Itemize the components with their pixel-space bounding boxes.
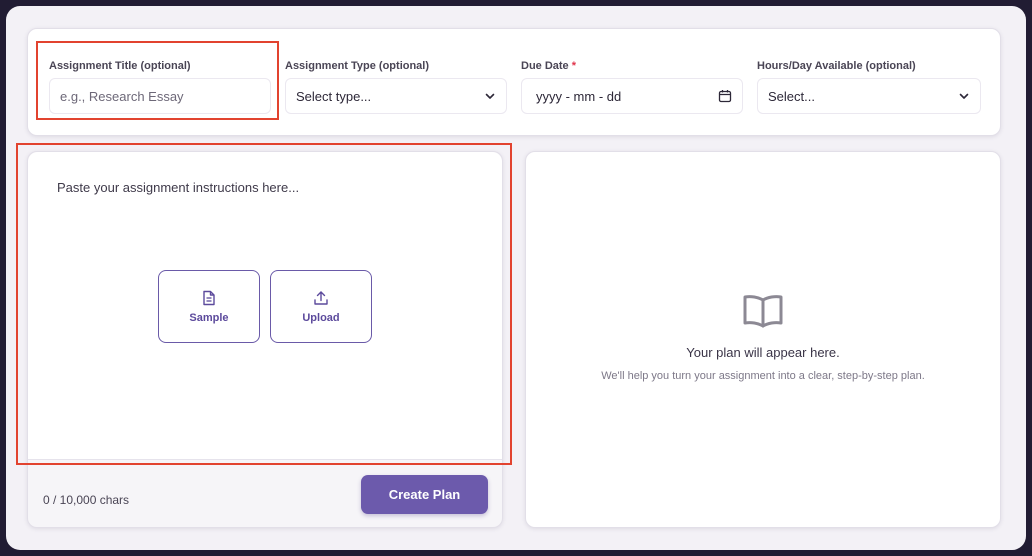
required-asterisk: * xyxy=(571,60,576,72)
assignment-title-input[interactable]: e.g., Research Essay xyxy=(49,78,271,114)
hours-per-day-label: Hours/Day Available (optional) xyxy=(757,60,916,72)
chevron-down-icon xyxy=(959,93,969,99)
calendar-icon[interactable] xyxy=(718,89,732,103)
instructions-card: Paste your assignment instructions here.… xyxy=(27,151,503,528)
create-plan-button[interactable]: Create Plan xyxy=(361,475,488,514)
character-count: 0 / 10,000 chars xyxy=(43,493,130,507)
due-date-label: Due Date xyxy=(521,60,569,72)
hours-per-day-value: Select... xyxy=(768,88,815,104)
plan-empty-state: Your plan will appear here. We'll help y… xyxy=(526,292,1000,382)
upload-button-label: Upload xyxy=(302,311,340,324)
sample-button[interactable]: Sample xyxy=(158,270,260,343)
due-date-value: yyyy - mm - dd xyxy=(536,88,622,104)
chevron-down-icon xyxy=(485,93,495,99)
assignment-type-value: Select type... xyxy=(296,88,372,104)
book-open-icon xyxy=(743,295,783,328)
plan-empty-title: Your plan will appear here. xyxy=(686,345,840,360)
due-date-label-wrap: Due Date * xyxy=(521,60,576,72)
instructions-textarea[interactable]: Paste your assignment instructions here.… xyxy=(28,152,502,460)
assignment-type-select[interactable]: Select type... xyxy=(285,78,507,114)
assignment-details-card: Assignment Title (optional) e.g., Resear… xyxy=(27,28,1001,136)
document-icon xyxy=(203,290,215,305)
plan-empty-subtitle: We'll help you turn your assignment into… xyxy=(601,370,925,382)
assignment-title-label: Assignment Title (optional) xyxy=(49,60,191,72)
instructions-placeholder: Paste your assignment instructions here.… xyxy=(57,180,300,195)
hours-per-day-select[interactable]: Select... xyxy=(757,78,981,114)
sample-button-label: Sample xyxy=(189,311,229,324)
assignment-title-placeholder: e.g., Research Essay xyxy=(60,88,184,104)
upload-icon xyxy=(314,290,328,305)
due-date-input[interactable]: yyyy - mm - dd xyxy=(521,78,743,114)
assignment-type-label: Assignment Type (optional) xyxy=(285,60,430,72)
upload-button[interactable]: Upload xyxy=(270,270,372,343)
app-page: Assignment Title (optional) e.g., Resear… xyxy=(6,6,1026,550)
plan-output-card: Your plan will appear here. We'll help y… xyxy=(525,151,1001,528)
